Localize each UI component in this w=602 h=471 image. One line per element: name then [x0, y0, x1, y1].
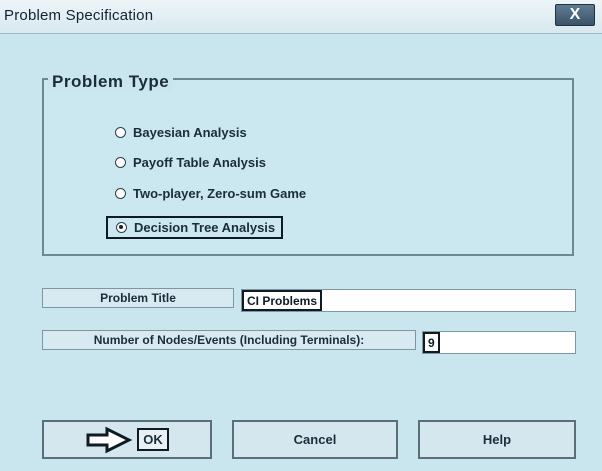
- title-bar: Problem Specification X: [0, 0, 602, 34]
- radio-payoff-table-analysis[interactable]: Payoff Table Analysis: [115, 155, 266, 170]
- close-icon: X: [569, 6, 581, 23]
- radio-bayesian-analysis[interactable]: Bayesian Analysis: [115, 125, 247, 140]
- radio-label: Two-player, Zero-sum Game: [133, 186, 307, 201]
- radio-label: Bayesian Analysis: [133, 125, 247, 140]
- ok-button[interactable]: OK: [42, 420, 212, 459]
- cancel-button[interactable]: Cancel: [232, 420, 398, 459]
- problem-specification-dialog: Problem Specification X Problem Type Bay…: [0, 0, 602, 471]
- radio-button-icon[interactable]: [115, 157, 126, 168]
- nodes-events-value: 9: [423, 332, 440, 353]
- problem-title-value: CI Problems: [242, 290, 323, 311]
- window-title: Problem Specification: [4, 7, 154, 24]
- radio-button-icon[interactable]: [115, 188, 126, 199]
- help-label: Help: [482, 432, 512, 447]
- help-button[interactable]: Help: [418, 420, 576, 459]
- cancel-label: Cancel: [293, 432, 337, 447]
- radio-button-selected-icon[interactable]: [116, 222, 127, 233]
- radio-label: Decision Tree Analysis: [134, 220, 276, 235]
- radio-two-player-zero-sum-game[interactable]: Two-player, Zero-sum Game: [115, 186, 306, 201]
- problem-title-label: Problem Title: [42, 288, 234, 308]
- right-arrow-icon: [86, 426, 133, 453]
- radio-label: Payoff Table Analysis: [133, 155, 266, 170]
- nodes-events-input[interactable]: 9: [422, 331, 576, 354]
- problem-type-legend: Problem Type: [48, 72, 174, 92]
- nodes-events-label: Number of Nodes/Events (Including Termin…: [42, 330, 416, 350]
- problem-title-input[interactable]: CI Problems: [241, 289, 576, 312]
- radio-button-icon[interactable]: [115, 127, 126, 138]
- radio-decision-tree-analysis[interactable]: Decision Tree Analysis: [106, 216, 284, 239]
- ok-label: OK: [137, 428, 169, 451]
- close-button[interactable]: X: [555, 4, 595, 26]
